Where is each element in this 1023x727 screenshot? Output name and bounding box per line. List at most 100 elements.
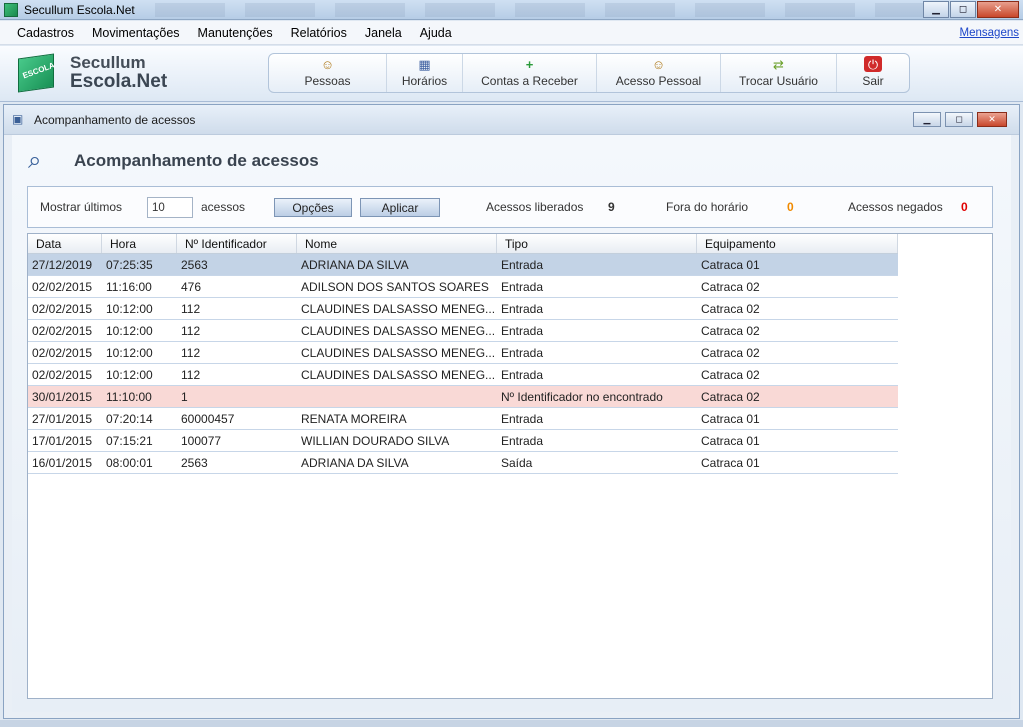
inner-minimize-button[interactable]: ▁ (913, 112, 941, 127)
logo-text-line2: Escola.Net (70, 70, 168, 92)
menu-bar: Cadastros Movimentações Manutenções Rela… (0, 21, 1023, 45)
options-button[interactable]: Opções (274, 198, 352, 217)
background-taskbar-ghost (154, 2, 923, 17)
menu-ajuda[interactable]: Ajuda (411, 26, 461, 40)
table-row[interactable]: 17/01/2015 07:15:21 100077 WILLIAN DOURADO … (28, 430, 898, 452)
access-grid: Data Hora Nº Identificador Nome Tipo Equ… (27, 233, 993, 699)
column-tipo[interactable]: Tipo (497, 234, 697, 253)
cell-data: 02/02/2015 (32, 346, 93, 360)
table-row[interactable]: 30/01/2015 11:10:00 1 Nº Identificador no e… (28, 386, 898, 408)
inner-restore-button[interactable]: ◻ (945, 112, 973, 127)
maximize-button[interactable]: ◻ (950, 1, 976, 18)
cell-equipamento: Catraca 02 (701, 390, 760, 404)
cell-tipo: Nº Identificador no encontrado (501, 390, 663, 404)
apply-button[interactable]: Aplicar (360, 198, 440, 217)
table-row[interactable]: 27/12/2019 07:25:35 2563 ADRIANA DA SILVA En… (28, 254, 898, 276)
cell-hora: 08:00:01 (106, 456, 153, 470)
show-last-label: Mostrar últimos (40, 200, 123, 214)
column-identificador[interactable]: Nº Identificador (177, 234, 297, 253)
logo-cube-icon: ESCOLA (14, 52, 62, 93)
table-row[interactable]: 27/01/2015 07:20:14 60000457 RENATA MOREIRA… (28, 408, 898, 430)
grid-header: Data Hora Nº Identificador Nome Tipo Equ… (28, 234, 898, 254)
inner-window-titlebar: ▣ Acompanhamento de acessos ▁ ◻ ✕ (4, 105, 1019, 135)
close-button[interactable]: ✕ (977, 1, 1019, 18)
denied-count: 0 (961, 200, 968, 214)
window-titlebar: Secullum Escola.Net ▁ ◻ ✕ (0, 0, 1023, 20)
cell-nome: ADRIANA DA SILVA (301, 456, 409, 470)
cell-hora: 11:16:00 (106, 280, 152, 294)
cell-data: 02/02/2015 (32, 280, 93, 294)
minimize-icon: ▁ (923, 114, 931, 124)
cell-data: 02/02/2015 (32, 302, 93, 316)
cell-equipamento: Catraca 01 (701, 412, 760, 426)
column-data[interactable]: Data (28, 234, 102, 253)
cell-identificador: 60000457 (181, 412, 235, 426)
toolbar-acesso-pessoal-button[interactable]: ☺ Acesso Pessoal (597, 54, 721, 92)
toolbar-horarios-button[interactable]: ▦ Horários (387, 54, 463, 92)
column-equipamento[interactable]: Equipamento (697, 234, 898, 253)
table-row[interactable]: 02/02/2015 11:16:00 476 ADILSON DOS SANTOS … (28, 276, 898, 298)
cell-nome: RENATA MOREIRA (301, 412, 407, 426)
inner-close-button[interactable]: ✕ (977, 112, 1007, 127)
cell-tipo: Entrada (501, 434, 544, 448)
cell-hora: 10:12:00 (106, 346, 153, 360)
accesses-label: acessos (201, 200, 246, 214)
window-bottom-border (0, 720, 1023, 727)
cell-tipo: Entrada (501, 368, 544, 382)
cell-nome: ADRIANA DA SILVA (301, 258, 409, 272)
cell-equipamento: Catraca 02 (701, 324, 760, 338)
toolbar-sair-button[interactable]: ⏻ Sair (837, 54, 909, 92)
menu-cadastros[interactable]: Cadastros (0, 26, 83, 40)
restore-icon: ◻ (955, 114, 963, 124)
page-title: Acompanhamento de acessos (74, 151, 319, 170)
cell-nome: CLAUDINES DALSASSO MENEG... (301, 324, 496, 338)
acompanhamento-window: ▣ Acompanhamento de acessos ▁ ◻ ✕ ⌕ Acom… (3, 104, 1020, 719)
power-icon: ⏻ (864, 56, 882, 72)
calendar-icon: ▦ (418, 56, 431, 72)
cell-identificador: 2563 (181, 258, 208, 272)
cell-nome: CLAUDINES DALSASSO MENEG... (301, 346, 496, 360)
cell-nome: CLAUDINES DALSASSO MENEG... (301, 368, 496, 382)
cell-nome: CLAUDINES DALSASSO MENEG... (301, 302, 496, 316)
menu-manutencoes[interactable]: Manutenções (189, 26, 282, 40)
cell-tipo: Entrada (501, 302, 544, 316)
off-hours-label: Fora do horário (666, 200, 749, 214)
toolbar-pessoas-button[interactable]: ☺ Pessoas (269, 54, 387, 92)
menu-relatorios[interactable]: Relatórios (282, 26, 356, 40)
show-last-input[interactable] (147, 197, 193, 218)
add-document-icon: + (525, 56, 534, 72)
inner-window-title: Acompanhamento de acessos (34, 112, 196, 127)
magnifier-icon: ⌕ (28, 147, 42, 174)
table-row[interactable]: 02/02/2015 10:12:00 112 CLAUDINES DALSASSO … (28, 342, 898, 364)
page-content: ⌕ Acompanhamento de acessos Mostrar últi… (12, 135, 1011, 712)
cell-identificador: 112 (181, 302, 201, 316)
filter-bar: Mostrar últimos acessos Opções Aplicar A… (27, 186, 993, 228)
column-nome[interactable]: Nome (297, 234, 497, 253)
table-row[interactable]: 16/01/2015 08:00:01 2563 ADRIANA DA SILVA Sa… (28, 452, 898, 474)
toolbar-trocar-usuario-button[interactable]: ⇄ Trocar Usuário (721, 54, 837, 92)
table-row[interactable]: 02/02/2015 10:12:00 112 CLAUDINES DALSASSO … (28, 320, 898, 342)
cell-data: 17/01/2015 (32, 434, 93, 448)
maximize-icon: ◻ (958, 4, 968, 15)
cell-tipo: Entrada (501, 258, 544, 272)
table-row[interactable]: 02/02/2015 10:12:00 112 CLAUDINES DALSASSO … (28, 364, 898, 386)
cell-data: 02/02/2015 (32, 368, 93, 382)
cell-tipo: Entrada (501, 346, 544, 360)
window-title: Secullum Escola.Net (24, 2, 135, 17)
menu-janela[interactable]: Janela (356, 26, 411, 40)
cell-identificador: 476 (181, 280, 202, 294)
cell-data: 02/02/2015 (32, 324, 93, 338)
table-row[interactable]: 02/02/2015 10:12:00 112 CLAUDINES DALSASSO … (28, 298, 898, 320)
messages-link[interactable]: Mensagens (960, 27, 1019, 39)
cell-identificador: 1 (181, 390, 188, 404)
toolbar-contas-receber-button[interactable]: + Contas a Receber (463, 54, 597, 92)
column-hora[interactable]: Hora (102, 234, 177, 253)
person-access-icon: ☺ (651, 56, 666, 72)
cell-equipamento: Catraca 02 (701, 280, 760, 294)
cell-identificador: 2563 (181, 456, 208, 470)
minimize-button[interactable]: ▁ (923, 1, 949, 18)
grid-body: 27/12/2019 07:25:35 2563 ADRIANA DA SILVA En… (28, 254, 992, 474)
menu-movimentacoes[interactable]: Movimentações (83, 26, 189, 40)
close-icon: ✕ (993, 4, 1003, 15)
app-icon (4, 2, 18, 17)
